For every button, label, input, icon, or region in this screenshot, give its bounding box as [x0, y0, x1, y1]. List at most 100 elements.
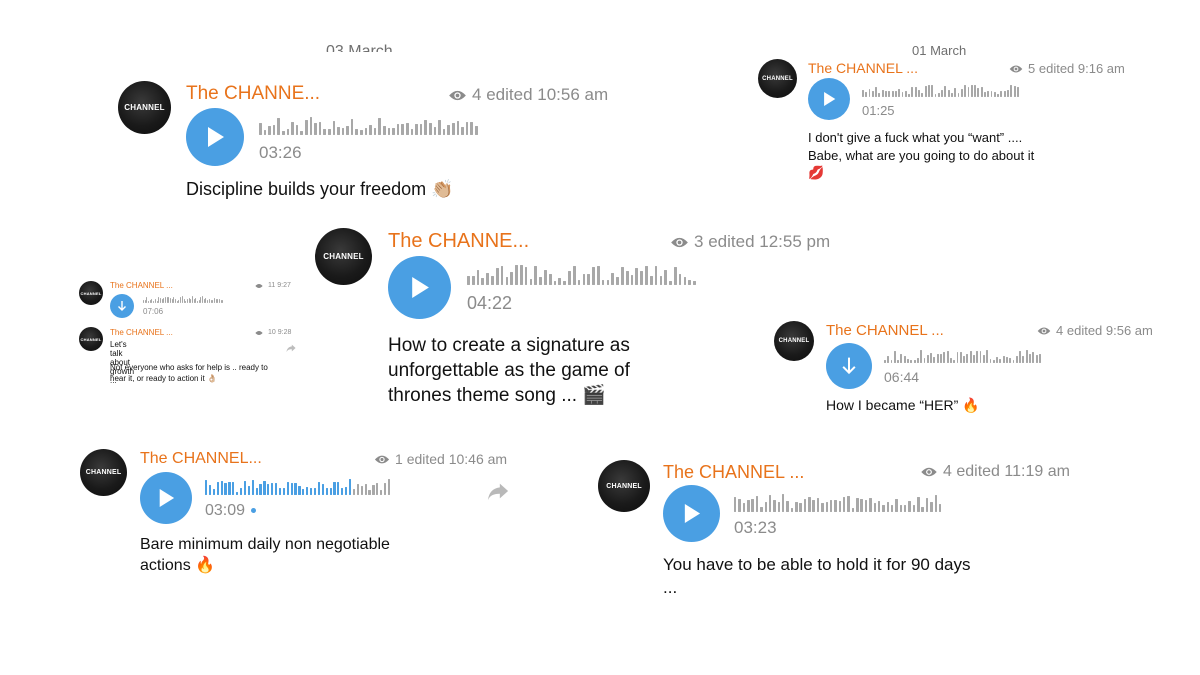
play-button[interactable] — [140, 472, 192, 524]
channel-name[interactable]: The CHANNEL ... — [110, 328, 173, 337]
waveform-bar — [1029, 354, 1031, 363]
waveform-bar — [205, 480, 208, 495]
waveform-bar — [941, 90, 943, 97]
waveform-bar — [893, 351, 896, 363]
download-button[interactable] — [826, 343, 872, 389]
play-button[interactable] — [808, 78, 850, 120]
waveform-bar — [300, 131, 303, 135]
waveform-bar — [977, 88, 980, 97]
waveform-bar — [910, 360, 913, 363]
waveform-bar — [290, 483, 293, 495]
channel-avatar[interactable]: CHANNEL — [118, 81, 171, 134]
waveform-bar — [877, 501, 881, 512]
waveform-bar — [180, 297, 182, 303]
voice-waveform[interactable] — [884, 350, 1042, 363]
channel-name[interactable]: The CHANNEL ... — [808, 60, 918, 76]
voice-waveform[interactable] — [734, 494, 943, 512]
waveform-bar — [442, 129, 446, 135]
waveform-bar — [302, 489, 305, 495]
play-button[interactable] — [186, 108, 244, 166]
channel-avatar[interactable]: CHANNEL — [598, 460, 650, 512]
waveform-bar — [406, 123, 409, 135]
channel-name[interactable]: The CHANNEL ... — [663, 462, 804, 483]
waveform-bar — [734, 497, 737, 512]
message-caption: I don't give a fuck what you “want” ....… — [808, 130, 1035, 180]
waveform-bar — [383, 126, 386, 135]
waveform-bar — [467, 276, 470, 285]
waveform-bar — [259, 123, 262, 135]
waveform-bar — [851, 508, 855, 512]
channel-avatar[interactable]: CHANNEL — [79, 281, 103, 305]
play-button[interactable] — [388, 256, 451, 319]
waveform-bar — [524, 267, 528, 285]
waveform-bar — [908, 94, 911, 97]
waveform-bar — [558, 278, 562, 285]
waveform-bar — [337, 482, 340, 495]
waveform-bar — [924, 86, 927, 97]
channel-name[interactable]: The CHANNE... — [186, 83, 320, 105]
forward-arrow-icon[interactable] — [486, 480, 510, 502]
edited-time: edited 11:19 am — [956, 463, 1070, 480]
channel-name[interactable]: The CHANNEL... — [140, 450, 262, 468]
waveform-bar — [240, 488, 243, 495]
voice-duration: 03:09 — [205, 502, 257, 520]
voice-waveform[interactable] — [467, 265, 698, 285]
channel-avatar[interactable]: CHANNEL — [79, 327, 103, 351]
download-button[interactable] — [110, 294, 134, 318]
waveform-bar — [470, 122, 473, 135]
message-caption: How to create a signature as unforgettab… — [388, 335, 630, 406]
waveform-bar — [949, 358, 952, 363]
voice-waveform[interactable] — [259, 117, 480, 135]
waveform-bar — [649, 276, 653, 285]
waveform-bar — [790, 508, 794, 512]
play-button[interactable] — [663, 485, 720, 542]
waveform-bar — [967, 87, 970, 97]
waveform-bar — [959, 352, 962, 363]
waveform-bar — [606, 280, 610, 285]
voice-waveform[interactable] — [205, 479, 392, 495]
waveform-bar — [529, 279, 533, 285]
waveform-bar — [310, 488, 313, 495]
waveform-bar — [352, 489, 356, 495]
waveform-bar — [773, 500, 776, 512]
waveform-bar — [865, 92, 868, 97]
waveform-bar — [332, 121, 336, 135]
view-count: 10 — [268, 329, 276, 336]
waveform-bar — [885, 91, 887, 97]
waveform-bar — [621, 267, 624, 285]
channel-name[interactable]: The CHANNE... — [388, 230, 529, 253]
waveform-bar — [755, 496, 759, 512]
waveform-bar — [834, 500, 837, 512]
channel-avatar[interactable]: CHANNEL — [315, 228, 372, 285]
message-caption: Discipline builds your freedom 👏🏼 — [186, 179, 454, 199]
waveform-bar — [884, 360, 886, 363]
waveform-bar — [548, 274, 552, 285]
message-caption: Bare minimum daily non negotiable action… — [140, 536, 390, 574]
waveform-bar — [923, 358, 926, 363]
waveform-bar — [795, 502, 798, 512]
forward-arrow-icon[interactable] — [286, 343, 296, 353]
waveform-bar — [781, 494, 785, 512]
channel-name[interactable]: The CHANNEL ... — [826, 322, 944, 339]
waveform-bar — [894, 91, 897, 97]
eye-icon — [374, 455, 390, 463]
waveform-bar — [433, 127, 437, 135]
waveform-bar — [966, 354, 969, 363]
waveform-bar — [953, 360, 956, 363]
waveform-bar — [216, 482, 219, 495]
channel-avatar[interactable]: CHANNEL — [758, 59, 797, 98]
waveform-bar — [946, 351, 949, 363]
channel-name[interactable]: The CHANNEL ... — [110, 281, 173, 290]
channel-avatar[interactable]: CHANNEL — [80, 449, 127, 496]
waveform-bar — [956, 352, 959, 363]
voice-duration: 03:26 — [259, 143, 302, 162]
waveform-bar — [263, 481, 266, 495]
date-separator: 03 March — [326, 43, 393, 52]
channel-avatar[interactable]: CHANNEL — [774, 321, 814, 361]
waveform-bar — [678, 274, 682, 285]
waveform-bar — [938, 504, 942, 512]
voice-waveform[interactable] — [862, 84, 1020, 97]
view-count: 4 — [472, 85, 482, 104]
voice-waveform[interactable] — [143, 296, 224, 303]
waveform-bar — [1016, 87, 1019, 97]
